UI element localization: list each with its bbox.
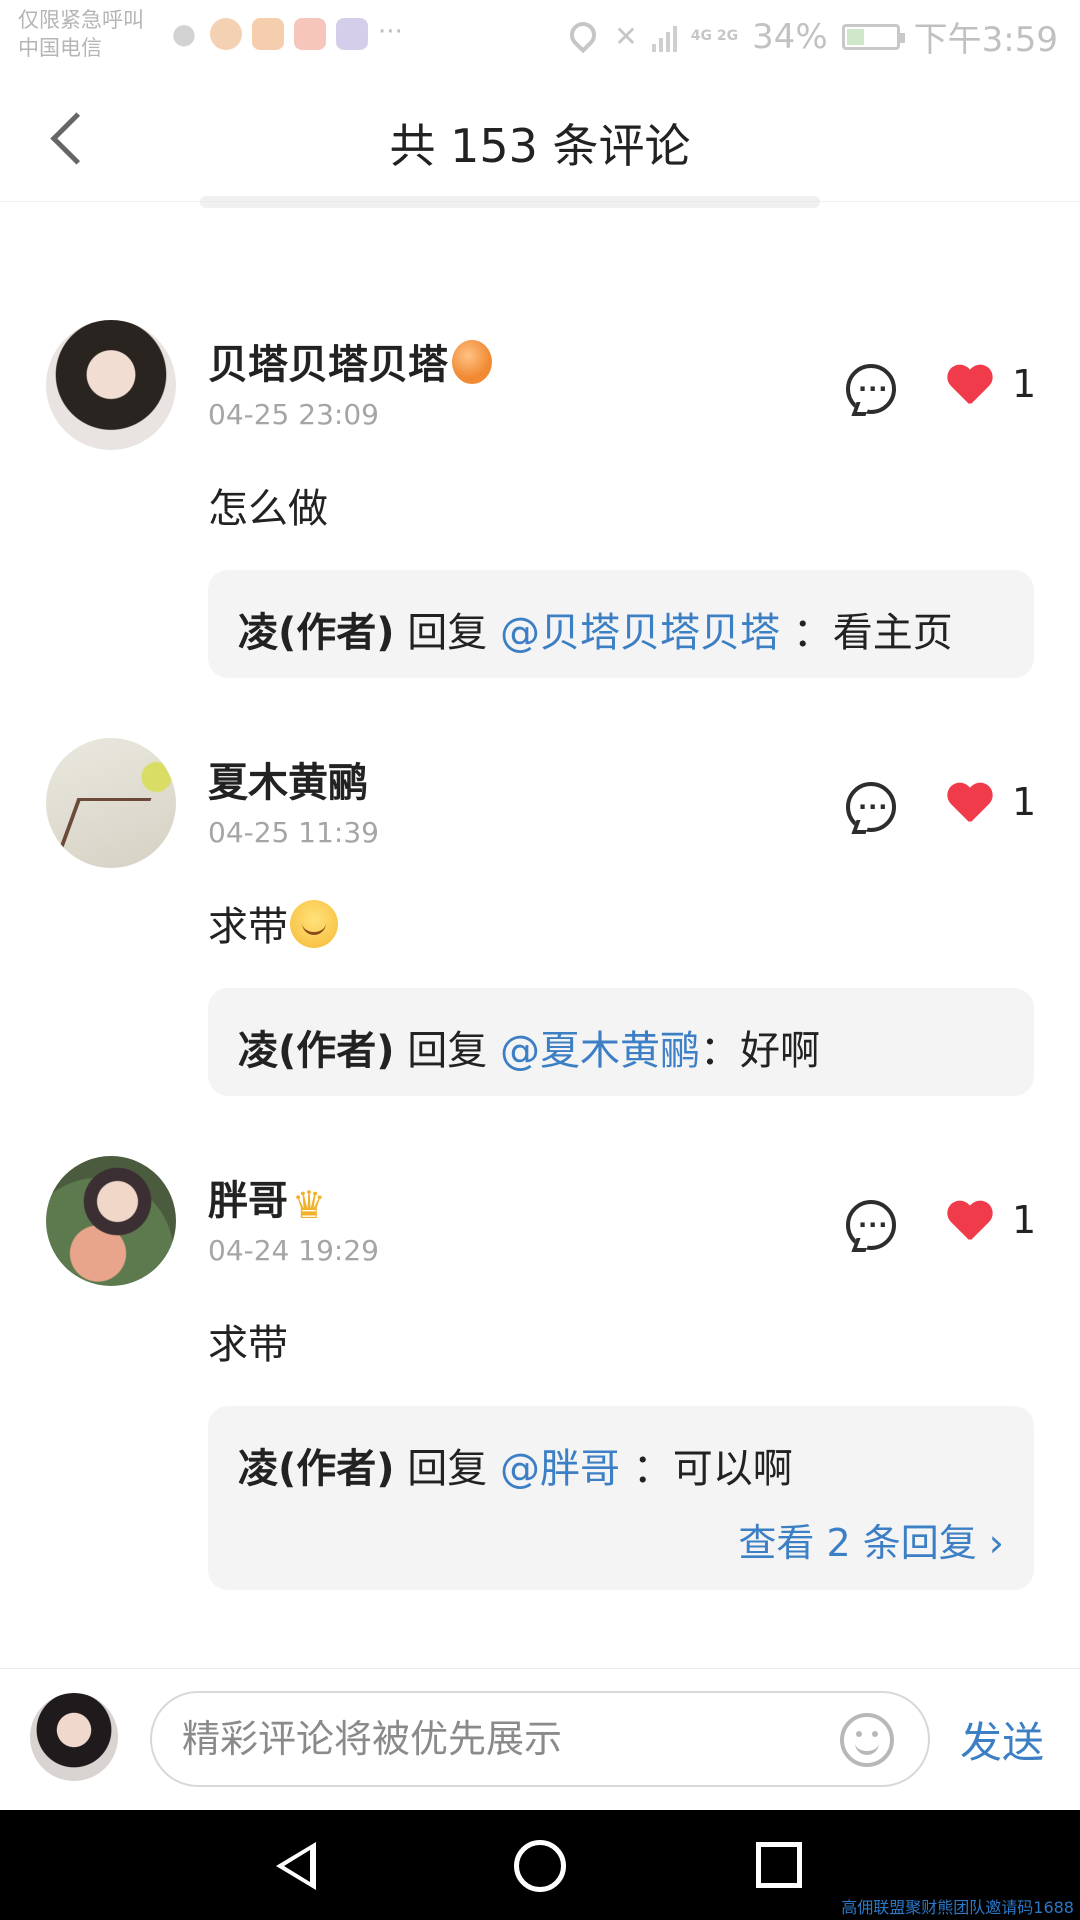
status-bar: 仅限紧急呼叫 中国电信 ● ··· ✕ 4G 2G 34% 下午3:59 xyxy=(0,0,1080,78)
app-icon xyxy=(294,18,326,50)
comment-text: 怎么做 xyxy=(208,486,328,532)
reply-icon[interactable] xyxy=(846,364,896,414)
like-heart-icon[interactable] xyxy=(946,784,994,828)
reply-author: 凌(作者) xyxy=(238,610,395,656)
author-reply-box[interactable]: 凌(作者) 回复 @贝塔贝塔贝塔 ：看主页 xyxy=(208,570,1034,678)
notification-icons: ● ··· xyxy=(168,18,403,50)
like-count: 1 xyxy=(1012,362,1037,406)
reply-line: 凌(作者) 回复 @胖哥 ：可以啊 xyxy=(238,1436,793,1494)
comment-date: 04-25 11:39 xyxy=(208,816,379,849)
reply-mention[interactable]: @夏木黄鹂 xyxy=(500,1028,700,1074)
reply-verb: 回复 xyxy=(394,1028,500,1074)
username-text: 贝塔贝塔贝塔 xyxy=(208,342,448,388)
reply-content: ：可以啊 xyxy=(620,1446,793,1492)
like-count: 1 xyxy=(1012,1198,1037,1242)
video-icon xyxy=(336,18,368,50)
reply-content: ：好啊 xyxy=(700,1028,820,1074)
view-more-replies-link[interactable]: 查看 2 条回复 › xyxy=(738,1512,1004,1567)
previous-comment-fragment xyxy=(200,196,820,208)
comment-username[interactable]: 贝塔贝塔贝塔 xyxy=(208,332,492,390)
carrier-info: 仅限紧急呼叫 中国电信 xyxy=(18,6,144,62)
avatar[interactable] xyxy=(46,320,176,450)
comment-input[interactable] xyxy=(150,1691,930,1787)
username-text: 夏木黄鹂 xyxy=(208,760,368,806)
like-heart-icon[interactable] xyxy=(946,366,994,410)
avatar[interactable] xyxy=(46,1156,176,1286)
carrier-line-1: 仅限紧急呼叫 xyxy=(18,8,144,32)
comment-item: 贝塔贝塔贝塔 04-25 23:09 1 怎么做 凌(作者) 回复 @贝塔贝塔贝… xyxy=(0,320,1080,690)
comment-item: 夏木黄鹂 04-25 11:39 1 求带 凌(作者) 回复 @夏木黄鹂：好啊 xyxy=(0,738,1080,1108)
like-count: 1 xyxy=(1012,780,1037,824)
avatar[interactable] xyxy=(46,738,176,868)
signal-icon xyxy=(651,22,677,52)
author-reply-box[interactable]: 凌(作者) 回复 @夏木黄鹂：好啊 xyxy=(208,988,1034,1096)
battery-percent: 34% xyxy=(752,16,828,57)
wechat-icon: ● xyxy=(171,17,197,50)
send-button[interactable]: 发送 xyxy=(960,1709,1044,1770)
reply-author: 凌(作者) xyxy=(238,1446,395,1492)
app-icon xyxy=(252,18,284,50)
my-avatar[interactable] xyxy=(30,1693,118,1781)
system-status: ✕ 4G 2G 34% 下午3:59 xyxy=(564,12,1058,61)
comment-date: 04-24 19:29 xyxy=(208,1234,379,1267)
like-heart-icon[interactable] xyxy=(946,1202,994,1246)
comment-username[interactable]: 夏木黄鹂 xyxy=(208,750,368,808)
nav-home-icon[interactable] xyxy=(514,1840,566,1892)
crown-icon: ♛ xyxy=(292,1183,327,1227)
carrier-line-2: 中国电信 xyxy=(18,36,102,60)
comment-text: 求带 xyxy=(208,894,338,952)
mute-icon: ✕ xyxy=(614,19,638,53)
comment-text-content: 求带 xyxy=(208,904,288,950)
balloon-icon xyxy=(452,340,492,384)
system-nav-bar: 高佣联盟聚财熊团队邀请码1688 xyxy=(0,1810,1080,1920)
more-icon: ··· xyxy=(378,17,403,47)
reply-mention[interactable]: @胖哥 xyxy=(500,1446,620,1492)
page-title: 共 153 条评论 xyxy=(389,119,691,173)
comment-username[interactable]: 胖哥 ♛ xyxy=(208,1168,326,1228)
reply-verb: 回复 xyxy=(394,610,500,656)
nav-back-icon[interactable] xyxy=(276,1842,316,1890)
reply-icon[interactable] xyxy=(846,1200,896,1250)
reply-author: 凌(作者) xyxy=(238,1028,395,1074)
comment-date: 04-25 23:09 xyxy=(208,398,379,431)
author-reply-box[interactable]: 凌(作者) 回复 @胖哥 ：可以啊 查看 2 条回复 › xyxy=(208,1406,1034,1590)
reply-line: 凌(作者) 回复 @夏木黄鹂：好啊 xyxy=(238,1018,820,1076)
reply-mention[interactable]: @贝塔贝塔贝塔 xyxy=(500,610,780,656)
battery-icon xyxy=(841,23,905,50)
comment-text: 求带 xyxy=(208,1322,288,1368)
comment-input-bar: 发送 xyxy=(0,1668,1080,1810)
header: 共 153 条评论 xyxy=(0,78,1080,202)
network-type: 4G 2G xyxy=(690,28,739,44)
reply-verb: 回复 xyxy=(394,1446,500,1492)
reply-icon[interactable] xyxy=(846,782,896,832)
watermark: 高佣联盟聚财熊团队邀请码1688 xyxy=(841,1898,1074,1917)
smiling-face-icon xyxy=(290,900,338,948)
weibo-icon xyxy=(210,18,242,50)
reply-line: 凌(作者) 回复 @贝塔贝塔贝塔 ：看主页 xyxy=(238,600,953,658)
location-icon xyxy=(564,16,602,54)
nav-recents-icon[interactable] xyxy=(756,1842,802,1888)
clock: 下午3:59 xyxy=(913,20,1058,60)
username-text: 胖哥 xyxy=(208,1178,288,1224)
reply-content: ：看主页 xyxy=(780,610,953,656)
comment-item: 胖哥♛ 04-24 19:29 1 求带 凌(作者) 回复 @胖哥 ：可以啊 查… xyxy=(0,1156,1080,1596)
emoji-icon[interactable] xyxy=(840,1713,894,1767)
